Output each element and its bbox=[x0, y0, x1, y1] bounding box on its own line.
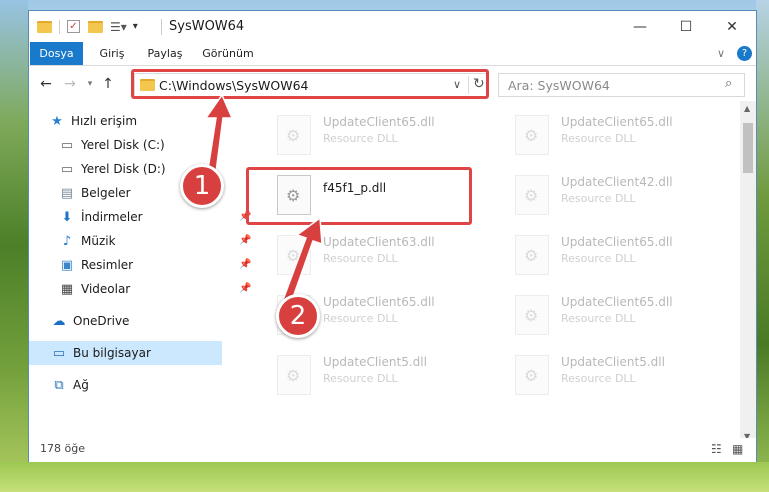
annotation-arrows bbox=[204, 93, 323, 304]
arrow-2 bbox=[282, 216, 323, 304]
step-2-badge: 2 bbox=[276, 294, 320, 338]
step-1-badge: 1 bbox=[180, 164, 224, 208]
